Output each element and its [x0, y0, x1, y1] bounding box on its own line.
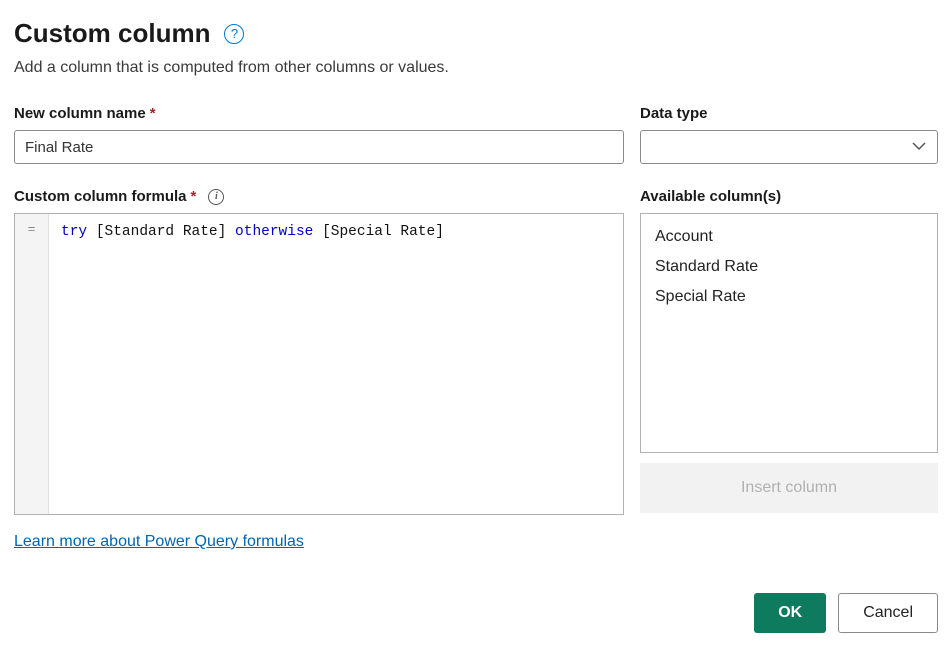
new-column-name-input[interactable] — [14, 130, 624, 164]
info-icon[interactable]: i — [208, 189, 224, 205]
token-try: try — [61, 224, 87, 240]
insert-column-button: Insert column — [640, 463, 938, 513]
new-column-name-label: New column name * — [14, 105, 624, 122]
formula-editor[interactable]: = try [Standard Rate] otherwise [Special… — [14, 213, 624, 515]
available-columns-list: Account Standard Rate Special Rate — [640, 213, 938, 453]
formula-label: Custom column formula * i — [14, 188, 624, 205]
data-type-label: Data type — [640, 105, 938, 122]
learn-more-link[interactable]: Learn more about Power Query formulas — [14, 533, 624, 551]
token-col2: [Special Rate] — [322, 224, 444, 240]
data-type-select[interactable] — [640, 130, 938, 164]
available-columns-label: Available column(s) — [640, 188, 938, 205]
available-column-item[interactable]: Special Rate — [641, 282, 937, 312]
required-indicator: * — [191, 188, 197, 205]
ok-button[interactable]: OK — [754, 593, 826, 633]
dialog-subtitle: Add a column that is computed from other… — [14, 59, 938, 77]
help-icon[interactable]: ? — [224, 24, 244, 44]
token-col1: [Standard Rate] — [96, 224, 227, 240]
new-column-name-label-text: New column name — [14, 105, 146, 122]
dialog-title: Custom column — [14, 18, 210, 49]
token-otherwise: otherwise — [235, 224, 313, 240]
cancel-button[interactable]: Cancel — [838, 593, 938, 633]
available-column-item[interactable]: Account — [641, 222, 937, 252]
dialog-footer: OK Cancel — [14, 593, 938, 633]
formula-gutter: = — [15, 214, 49, 514]
formula-label-text: Custom column formula — [14, 188, 187, 205]
available-column-item[interactable]: Standard Rate — [641, 252, 937, 282]
required-indicator: * — [150, 105, 156, 122]
formula-code[interactable]: try [Standard Rate] otherwise [Special R… — [49, 214, 623, 514]
